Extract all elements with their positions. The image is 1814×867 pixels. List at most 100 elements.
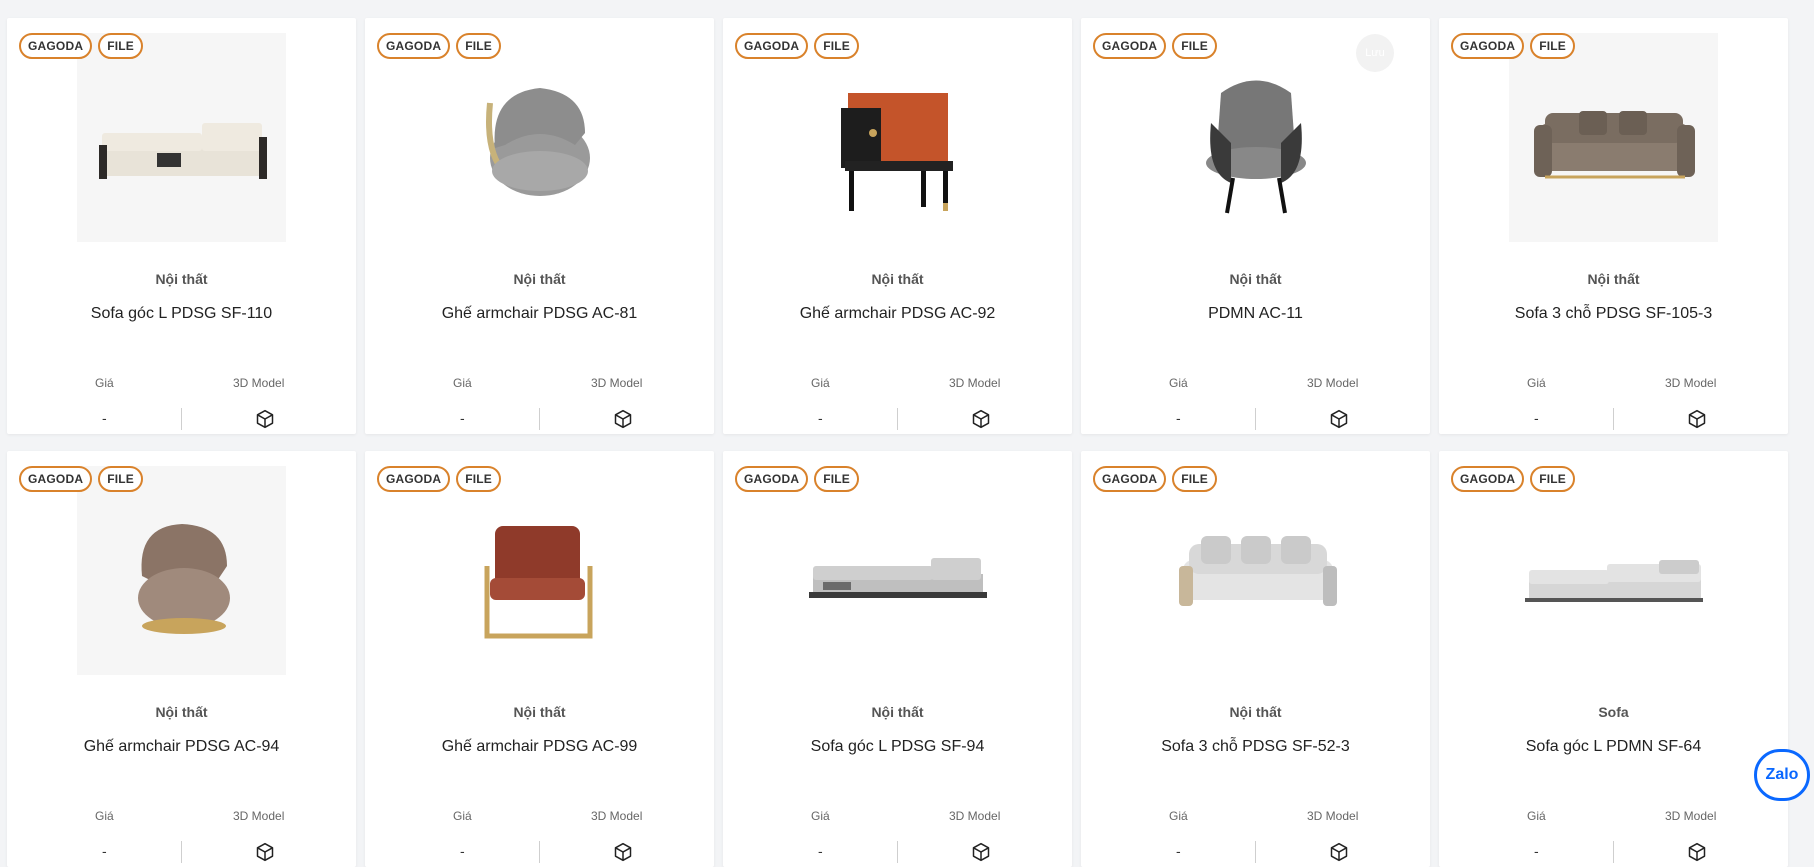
price-label: Giá [1527, 809, 1546, 823]
badge-group: GAGODA FILE [735, 466, 860, 492]
model-label: 3D Model [591, 376, 643, 390]
product-image[interactable] [1151, 466, 1360, 675]
product-image[interactable] [435, 466, 644, 675]
product-illustration [137, 523, 230, 634]
3d-model-icon[interactable] [612, 408, 634, 430]
price-value: - [460, 410, 465, 426]
price-value: - [1534, 410, 1539, 426]
zalo-chat-button[interactable]: Zalo [1754, 749, 1810, 801]
price-value: - [460, 843, 465, 859]
price-value: - [1176, 843, 1181, 859]
3d-model-icon[interactable] [254, 841, 276, 863]
product-card[interactable]: GAGODA FILE Nội thất Ghế armchair PDSG AC… [7, 451, 356, 867]
product-illustration [808, 557, 987, 598]
price-label: Giá [95, 809, 114, 823]
product-card[interactable]: GAGODA FILE Nội thất Ghế armchair PDSG AC… [723, 18, 1072, 434]
badge-group: GAGODA FILE [1093, 466, 1218, 492]
product-name[interactable]: Sofa 3 chỗ PDSG SF-52-3 [1081, 738, 1430, 756]
product-name[interactable]: Sofa góc L PDSG SF-94 [723, 738, 1072, 756]
product-category: Nội thất [871, 704, 924, 720]
divider [539, 841, 540, 863]
model-label: 3D Model [949, 376, 1001, 390]
divider [897, 408, 898, 430]
3d-model-icon[interactable] [1328, 408, 1350, 430]
badge-gagoda: GAGODA [19, 33, 93, 59]
model-label: 3D Model [1665, 809, 1717, 823]
product-card[interactable]: GAGODA FILE Lưu Nội thất PDMN AC-11 Giá 3… [1081, 18, 1430, 434]
3d-model-icon[interactable] [1686, 841, 1708, 863]
3d-model-icon[interactable] [612, 841, 634, 863]
product-image[interactable] [1509, 33, 1718, 242]
divider [539, 408, 540, 430]
badge-gagoda: GAGODA [1093, 33, 1167, 59]
product-name[interactable]: Ghế armchair PDSG AC-81 [365, 305, 714, 323]
price-label: Giá [453, 809, 472, 823]
product-card[interactable]: GAGODA FILE Nội thất Sofa góc L PDSG SF-9… [723, 451, 1072, 867]
badge-group: GAGODA FILE [377, 466, 502, 492]
product-name[interactable]: Sofa góc L PDMN SF-64 [1439, 738, 1788, 756]
product-name[interactable]: PDMN AC-11 [1081, 305, 1430, 323]
badge-gagoda: GAGODA [1451, 33, 1525, 59]
product-image[interactable] [793, 33, 1002, 242]
product-card[interactable]: GAGODA FILE Nội thất Sofa góc L PDSG SF-1… [7, 18, 356, 434]
zalo-label: Zalo [1765, 766, 1799, 783]
badge-gagoda: GAGODA [1093, 466, 1167, 492]
product-category: Nội thất [155, 704, 208, 720]
favorite-button[interactable]: Lưu [1356, 34, 1394, 72]
price-label: Giá [95, 376, 114, 390]
product-illustration [485, 87, 590, 196]
badge-gagoda: GAGODA [377, 466, 451, 492]
3d-model-icon[interactable] [970, 841, 992, 863]
product-name[interactable]: Ghế armchair PDSG AC-92 [723, 305, 1072, 323]
product-illustration [98, 122, 267, 179]
product-card[interactable]: GAGODA FILE Nội thất Sofa 3 chỗ PDSG SF-5… [1081, 451, 1430, 867]
product-card[interactable]: GAGODA FILE Nội thất Ghế armchair PDSG AC… [365, 18, 714, 434]
badge-file: FILE [456, 466, 502, 492]
product-grid: GAGODA FILE Nội thất Sofa góc L PDSG SF-1… [7, 18, 1790, 867]
3d-model-icon[interactable] [1686, 408, 1708, 430]
badge-gagoda: GAGODA [1451, 466, 1525, 492]
product-illustration [1178, 535, 1337, 606]
price-value: - [1534, 843, 1539, 859]
badge-group: GAGODA FILE [19, 466, 144, 492]
product-image[interactable] [77, 466, 286, 675]
divider [1613, 841, 1614, 863]
favorite-label: Lưu [1365, 47, 1385, 59]
product-illustration [1533, 110, 1695, 178]
badge-group: GAGODA FILE [1451, 33, 1576, 59]
product-name[interactable]: Ghế armchair PDSG AC-99 [365, 738, 714, 756]
price-value: - [102, 410, 107, 426]
product-illustration [1524, 559, 1703, 602]
product-name[interactable]: Sofa góc L PDSG SF-110 [7, 305, 356, 323]
product-image[interactable] [1509, 466, 1718, 675]
product-card[interactable]: GAGODA FILE Nội thất Ghế armchair PDSG AC… [365, 451, 714, 867]
product-image[interactable] [435, 33, 644, 242]
product-category: Nội thất [1587, 271, 1640, 287]
badge-gagoda: GAGODA [377, 33, 451, 59]
product-illustration [840, 92, 953, 211]
3d-model-icon[interactable] [1328, 841, 1350, 863]
divider [181, 841, 182, 863]
badge-group: GAGODA FILE [1451, 466, 1576, 492]
product-name[interactable]: Sofa 3 chỗ PDSG SF-105-3 [1439, 305, 1788, 323]
product-category: Nội thất [513, 704, 566, 720]
model-label: 3D Model [1665, 376, 1717, 390]
product-category: Nội thất [1229, 704, 1282, 720]
product-name[interactable]: Ghế armchair PDSG AC-94 [7, 738, 356, 756]
product-image[interactable] [1151, 33, 1360, 242]
product-illustration [484, 525, 592, 638]
product-card[interactable]: GAGODA FILE Nội thất Sofa 3 chỗ PDSG SF-1… [1439, 18, 1788, 434]
product-image[interactable] [77, 33, 286, 242]
3d-model-icon[interactable] [970, 408, 992, 430]
3d-model-icon[interactable] [254, 408, 276, 430]
model-label: 3D Model [591, 809, 643, 823]
product-card[interactable]: GAGODA FILE Sofa Sofa góc L PDMN SF-64 Gi… [1439, 451, 1788, 867]
model-label: 3D Model [1307, 809, 1359, 823]
product-category: Nội thất [155, 271, 208, 287]
badge-file: FILE [814, 33, 860, 59]
divider [181, 408, 182, 430]
product-image[interactable] [793, 466, 1002, 675]
model-label: 3D Model [233, 809, 285, 823]
price-label: Giá [1527, 376, 1546, 390]
model-label: 3D Model [233, 376, 285, 390]
